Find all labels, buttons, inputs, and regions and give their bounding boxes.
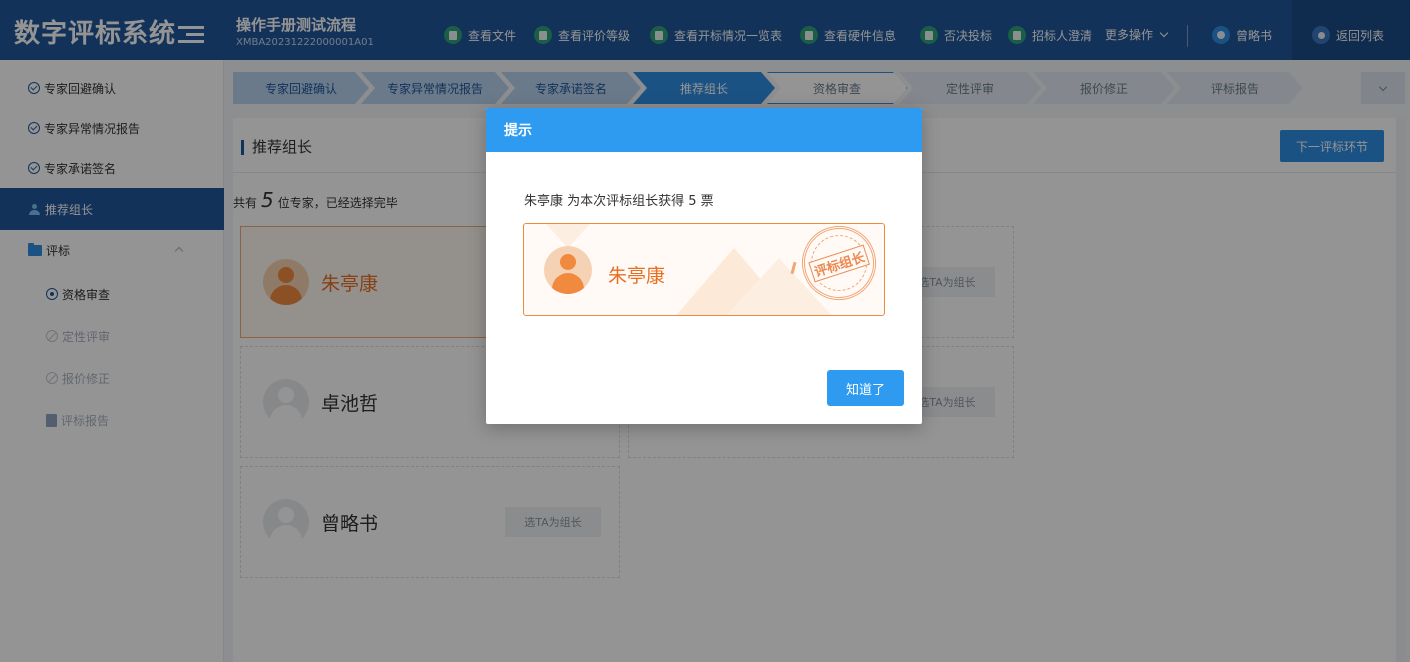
result-dialog: 提示 朱亭康 为本次评标组长获得 5 票 朱亭康 评标组长 知道了: [486, 108, 922, 424]
vote-result-message: 朱亭康 为本次评标组长获得 5 票: [524, 194, 714, 209]
stamp-ring: 评标组长: [803, 227, 875, 299]
leader-card: 朱亭康 评标组长: [523, 223, 885, 316]
leader-name: 朱亭康: [608, 265, 666, 287]
leader-avatar: [544, 246, 592, 294]
decorative-shape: [528, 224, 608, 248]
stamp-label: 评标组长: [808, 244, 870, 282]
acknowledge-button[interactable]: 知道了: [827, 370, 904, 406]
dialog-title: 提示: [486, 108, 922, 152]
